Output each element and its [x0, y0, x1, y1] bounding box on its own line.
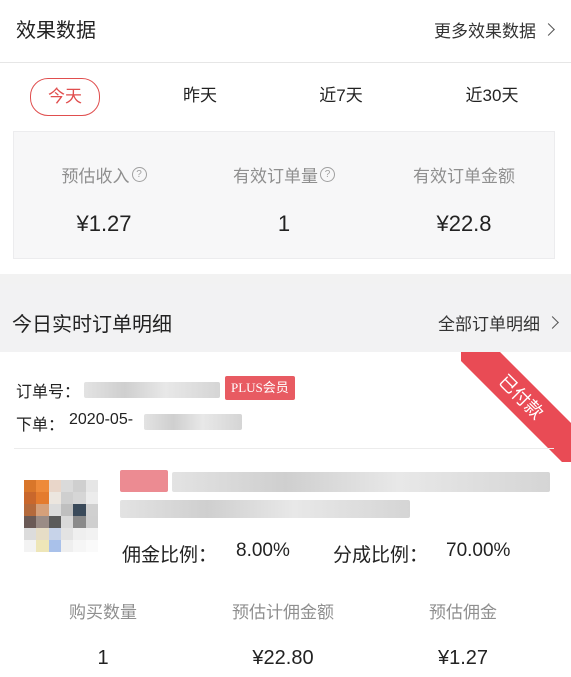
all-order-details-link[interactable]: 全部订单明细	[438, 310, 559, 335]
more-effect-data-label: 更多效果数据	[434, 22, 536, 41]
page-title: 效果数据	[16, 20, 96, 42]
order-card[interactable]: 已付款 订单号： PLUS会员 下单： 2020-05- 佣金比例： 8.00%…	[0, 352, 571, 677]
section-divider	[0, 274, 571, 284]
stat-valid-order-amount: 有效订单金额 ¥22.8	[374, 132, 554, 237]
order-date-label: 下单：	[16, 417, 65, 434]
product-thumbnail[interactable]	[24, 480, 98, 552]
metric-value: 1	[97, 647, 109, 669]
stat-value: ¥22.8	[436, 211, 492, 236]
all-order-details-label: 全部订单明细	[438, 315, 540, 334]
plus-member-badge: PLUS会员	[225, 376, 295, 400]
date-range-tabs: 今天 昨天 近7天 近30天	[0, 70, 571, 122]
order-number-label: 订单号：	[16, 384, 81, 401]
metric-label: 预估计佣金额	[232, 603, 334, 622]
order-date-value: 2020-05-	[69, 411, 134, 428]
status-label: 已付款	[461, 352, 571, 462]
question-circle-icon[interactable]: ?	[320, 167, 335, 182]
product-title-redacted	[172, 472, 550, 492]
share-rate-label: 分成比例：	[333, 545, 429, 566]
metric-commission-base: 预估计佣金额 ¥22.80	[193, 598, 373, 670]
more-effect-data-link[interactable]: 更多效果数据	[434, 17, 555, 42]
order-date-redacted	[144, 414, 242, 430]
stat-value: 1	[277, 211, 291, 236]
metric-estimated-commission: 预估佣金 ¥1.27	[373, 598, 553, 670]
stat-value: ¥1.27	[76, 211, 132, 236]
effect-data-header: 效果数据 更多效果数据	[0, 0, 571, 63]
commission-rate-label: 佣金比例：	[122, 545, 218, 566]
tab-today[interactable]: 今天	[30, 78, 100, 116]
stats-card: 预估收入 ? ¥1.27 有效订单量 ? 1 有效订单金额 ¥22.8	[13, 131, 555, 259]
product-title-redacted	[120, 500, 410, 518]
tab-yesterday[interactable]: 昨天	[166, 78, 234, 114]
chevron-right-icon	[546, 316, 559, 329]
metric-value: ¥1.27	[437, 647, 489, 669]
order-detail-header: 今日实时订单明细 全部订单明细	[0, 284, 571, 352]
order-divider	[14, 448, 554, 449]
metric-label: 购买数量	[69, 603, 137, 622]
tab-30-days[interactable]: 近30天	[452, 78, 532, 114]
stat-valid-orders: 有效订单量 ? 1	[194, 132, 374, 237]
metric-value: ¥22.80	[252, 647, 314, 669]
stat-label: 预估收入	[61, 167, 130, 186]
share-rate-value: 70.00%	[446, 540, 511, 561]
commission-rate-value: 8.00%	[236, 540, 290, 561]
stat-estimated-income: 预估收入 ? ¥1.27	[14, 132, 194, 237]
metric-quantity: 购买数量 1	[13, 598, 193, 670]
question-circle-icon[interactable]: ?	[131, 167, 147, 182]
order-number-redacted	[84, 382, 220, 398]
metric-label: 预估佣金	[429, 603, 497, 622]
product-title-redacted	[120, 470, 168, 492]
status-ribbon: 已付款	[461, 352, 571, 462]
tab-7-days[interactable]: 近7天	[305, 78, 377, 114]
section-title: 今日实时订单明细	[12, 314, 172, 336]
chevron-right-icon	[542, 23, 555, 36]
stat-label: 有效订单量	[233, 167, 318, 186]
stat-label: 有效订单金额	[413, 167, 515, 186]
